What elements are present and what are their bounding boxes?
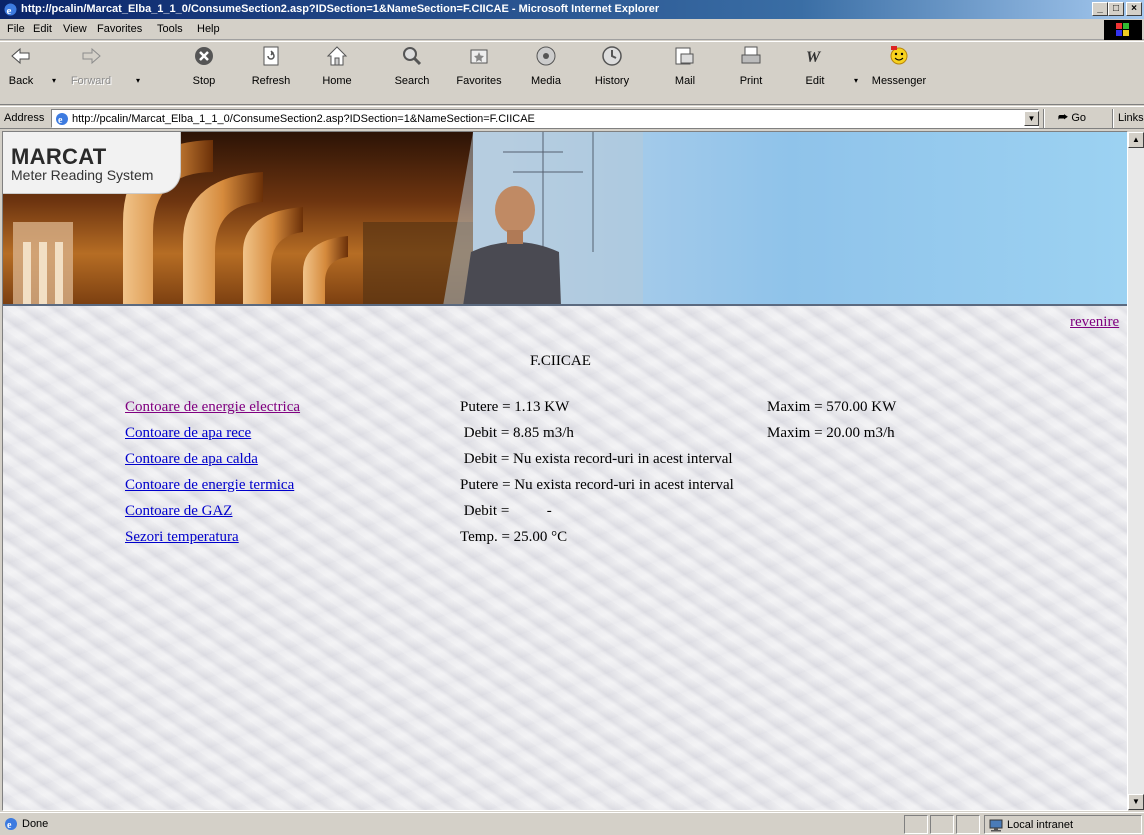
value-gaz: Debit = - (460, 503, 552, 519)
value-apa-rece: Debit = 8.85 m3/h (460, 425, 574, 441)
header-banner: MARCAT Meter Reading System (3, 132, 1127, 306)
status-pane-2 (930, 815, 954, 834)
value-energie-termica: Putere = Nu exista record-uri in acest i… (460, 477, 734, 493)
favorites-button[interactable]: Favorites (454, 44, 504, 102)
back-dropdown-icon[interactable]: ▾ (52, 76, 56, 85)
toolbar: Back ▾ Forward ▾ Stop Refresh Home Searc… (0, 41, 1144, 105)
print-icon (741, 46, 761, 64)
menu-help[interactable]: Help (197, 23, 220, 35)
maximize-button[interactable]: □ (1108, 2, 1124, 16)
menu-file[interactable]: File (7, 23, 25, 35)
link-gaz[interactable]: Contoare de GAZ (125, 503, 232, 520)
link-apa-calda[interactable]: Contoare de apa calda (125, 451, 258, 468)
title-bar: e http://pcalin/Marcat_Elba_1_1_0/Consum… (0, 0, 1144, 19)
value-temperatura: Temp. = 25.00 °C (460, 529, 568, 545)
marble-background (3, 306, 1127, 810)
vertical-scrollbar[interactable]: ▲ ▼ (1128, 132, 1144, 810)
search-button[interactable]: Search (390, 44, 434, 102)
scroll-up-icon[interactable]: ▲ (1128, 132, 1144, 148)
back-arrow-icon (11, 47, 30, 65)
mail-icon (675, 47, 694, 65)
menu-edit[interactable]: Edit (33, 23, 52, 35)
ie-logo-icon: e (4, 3, 17, 17)
forward-arrow-icon (82, 47, 101, 65)
link-senzori-temperatura[interactable]: Sezori temperatura (125, 529, 239, 546)
home-icon (326, 46, 348, 66)
refresh-icon (263, 46, 279, 66)
browser-window: e http://pcalin/Marcat_Elba_1_1_0/Consum… (0, 0, 1144, 835)
banner-person-photo (443, 132, 643, 306)
section-title: F.CIICAE (530, 353, 591, 369)
history-button[interactable]: History (592, 44, 632, 102)
address-separator (1043, 109, 1045, 128)
windows-logo-icon (1104, 20, 1142, 40)
address-input[interactable]: e http://pcalin/Marcat_Elba_1_1_0/Consum… (51, 109, 1039, 128)
status-text: Done (22, 818, 49, 830)
word-edit-icon: W (806, 49, 822, 66)
scroll-down-icon[interactable]: ▼ (1128, 794, 1144, 810)
search-icon (403, 47, 422, 66)
go-arrow-icon: ⮫ (1058, 112, 1069, 124)
address-dropdown-icon[interactable]: ▼ (1024, 111, 1039, 126)
local-intranet-icon (989, 819, 1003, 832)
value-energie-electrica: Putere = 1.13 KW (460, 399, 570, 415)
stop-icon (195, 47, 213, 65)
address-label: Address (4, 112, 45, 124)
status-page-icon: e (5, 818, 17, 831)
svg-text:e: e (58, 115, 63, 126)
page-ie-icon: e (56, 113, 68, 126)
zone-pane: Local intranet (984, 815, 1142, 834)
mail-button[interactable]: Mail (666, 44, 704, 102)
messenger-button[interactable]: Messenger (868, 44, 930, 102)
max-energie-electrica: Maxim = 570.00 KW (767, 399, 897, 415)
logo-subtitle: Meter Reading System (11, 167, 154, 183)
forward-dropdown-icon[interactable]: ▾ (136, 76, 140, 85)
stop-button[interactable]: Stop (186, 44, 222, 102)
menu-favorites[interactable]: Favorites (97, 23, 142, 35)
status-bar: e Done Local intranet (0, 812, 1144, 835)
marcat-logo: MARCAT Meter Reading System (3, 132, 181, 194)
links-separator (1112, 109, 1114, 128)
zone-text: Local intranet (1007, 819, 1074, 831)
menu-tools[interactable]: Tools (157, 23, 183, 35)
menu-view[interactable]: View (63, 23, 87, 35)
messenger-icon (890, 46, 908, 65)
refresh-button[interactable]: Refresh (248, 44, 294, 102)
revenire-link[interactable]: revenire (1070, 314, 1119, 331)
favorites-icon (470, 49, 488, 64)
status-pane-3 (956, 815, 980, 834)
window-title: http://pcalin/Marcat_Elba_1_1_0/ConsumeS… (21, 3, 660, 15)
max-apa-rece: Maxim = 20.00 m3/h (767, 425, 895, 441)
home-button[interactable]: Home (318, 44, 356, 102)
edit-button[interactable]: W Edit (800, 44, 830, 102)
link-energie-electrica[interactable]: Contoare de energie electrica (125, 399, 300, 416)
history-icon (602, 46, 622, 66)
back-button[interactable]: Back (2, 44, 40, 102)
print-button[interactable]: Print (734, 44, 768, 102)
minimize-button[interactable]: _ (1092, 2, 1108, 16)
svg-text:W: W (806, 49, 822, 66)
media-icon (536, 46, 556, 66)
page-content (3, 306, 1127, 810)
link-energie-termica[interactable]: Contoare de energie termica (125, 477, 294, 494)
svg-text:e: e (7, 5, 12, 17)
edit-dropdown-icon[interactable]: ▾ (854, 76, 858, 85)
links-button[interactable]: Links (1118, 112, 1144, 124)
page-viewport: MARCAT Meter Reading System revenire F.C… (2, 131, 1128, 811)
status-pane-1 (904, 815, 928, 834)
close-button[interactable]: × (1126, 2, 1142, 16)
svg-text:e: e (7, 820, 12, 831)
media-button[interactable]: Media (528, 44, 564, 102)
go-button[interactable]: ⮫ Go (1058, 112, 1086, 125)
link-apa-rece[interactable]: Contoare de apa rece (125, 425, 251, 442)
forward-button[interactable]: Forward (68, 44, 114, 102)
address-bar: Address e http://pcalin/Marcat_Elba_1_1_… (0, 106, 1144, 129)
value-apa-calda: Debit = Nu exista record-uri in acest in… (460, 451, 733, 467)
menu-bar: File Edit View Favorites Tools Help (0, 19, 1144, 40)
address-url: http://pcalin/Marcat_Elba_1_1_0/ConsumeS… (72, 113, 535, 125)
